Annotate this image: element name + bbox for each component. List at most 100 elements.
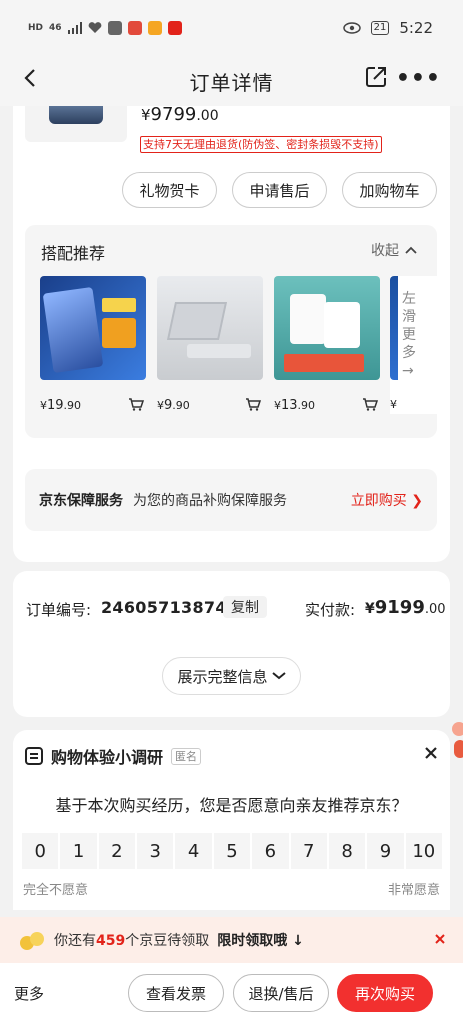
cart-icon[interactable]: [245, 397, 261, 411]
rating-option[interactable]: 3: [137, 833, 174, 869]
close-icon: [435, 934, 445, 944]
order-number-label: 订单编号:: [26, 601, 92, 619]
scale-high-label: 非常愿意: [387, 883, 440, 898]
price-int: 9799: [150, 106, 197, 125]
page-title: 订单详情: [189, 70, 274, 95]
add-cart-button[interactable]: 加购物车: [342, 172, 437, 208]
swipe-more[interactable]: 左滑更多→ ¥: [390, 276, 437, 414]
return-service-button[interactable]: 退换/售后: [233, 974, 329, 1012]
product-thumbnail[interactable]: [25, 106, 127, 142]
signal-icon: [67, 22, 82, 34]
rating-option[interactable]: 0: [22, 833, 59, 869]
status-left: HD 46: [28, 21, 182, 35]
bean-dot: [30, 932, 44, 946]
price-dec: .90: [297, 399, 316, 412]
decor-petal: [454, 740, 463, 758]
bean-icon: [20, 930, 46, 950]
signal-strength: 46: [49, 23, 62, 33]
health-icon: [88, 22, 101, 33]
survey-question: 基于本次购买经历，您是否愿意向亲友推荐京东？: [55, 796, 408, 815]
copy-button[interactable]: 复制: [223, 596, 267, 618]
image-decor: [290, 294, 326, 344]
price-currency: ¥: [274, 399, 281, 412]
cart-icon[interactable]: [362, 397, 378, 411]
survey-title: 购物体验小调研: [51, 748, 164, 767]
bean-reminder-bar[interactable]: 你还有459个京豆待领取 限时领取哦 ↓: [0, 917, 463, 963]
close-icon: [425, 747, 437, 759]
paid-amount: ¥9199.00: [365, 597, 446, 618]
protection-desc: 为您的商品补购保障服务: [133, 493, 287, 509]
rebuy-button[interactable]: 再次购买: [337, 974, 433, 1012]
recommend-item[interactable]: ¥9.90: [157, 276, 263, 413]
product-image: [157, 276, 263, 380]
battery-indicator: 21: [370, 21, 390, 35]
bottom-action-bar: 更多 查看发票 退换/售后 再次购买: [0, 963, 463, 1024]
product-price: ¥9799.00: [141, 106, 219, 125]
bean-limit: 限时领取哦 ↓: [217, 933, 304, 949]
buy-protection-link[interactable]: 立即购买 ❯: [351, 490, 423, 510]
floating-decoration[interactable]: [450, 712, 463, 772]
rating-option[interactable]: 10: [405, 833, 442, 869]
app-icon-2: [127, 21, 142, 35]
protection-service[interactable]: 京东保障服务 为您的商品补购保障服务 立即购买 ❯: [25, 469, 437, 531]
collapse-button[interactable]: 收起: [371, 240, 417, 260]
paid-int: 9199: [374, 597, 425, 618]
status-right: 21 5:22: [342, 19, 433, 37]
network-type: HD: [28, 23, 44, 33]
paid-dec: .00: [424, 602, 446, 617]
collapse-label: 收起: [371, 243, 399, 259]
rating-option[interactable]: 6: [252, 833, 289, 869]
gift-card-button[interactable]: 礼物贺卡: [122, 172, 217, 208]
share-icon: [366, 67, 386, 87]
chevron-up-icon: [405, 246, 417, 254]
rating-option[interactable]: 7: [290, 833, 327, 869]
app-icon-4: [167, 21, 182, 35]
price-int: 19: [47, 398, 64, 413]
after-sale-button[interactable]: 申请售后: [232, 172, 327, 208]
bean-count: 459: [96, 933, 126, 949]
partial-price: ¥: [390, 398, 397, 411]
price-dec: .90: [172, 399, 190, 412]
swipe-more-label: 左滑更多→: [402, 291, 416, 379]
rating-option[interactable]: 5: [213, 833, 251, 869]
order-info-card: 订单编号: 246057138748 复制 实付款: ¥9199.00 展示完整…: [13, 571, 450, 717]
rating-option[interactable]: 4: [175, 833, 212, 869]
more-menu-button[interactable]: •••: [396, 66, 441, 91]
scale-low-label: 完全不愿意: [23, 883, 89, 898]
bean-suffix: 个京豆待领取: [125, 933, 210, 949]
recommend-section: 搭配推荐 收起 ¥19.90 ¥9.90 ¥13.90 左滑更多→ ¥: [25, 225, 437, 438]
chevron-down-icon: [271, 672, 286, 680]
image-decor: [284, 354, 364, 372]
price-dec: .90: [63, 399, 82, 412]
image-decor: [42, 286, 104, 374]
app-icon-3: [147, 21, 162, 35]
rating-scale: 0 1 2 3 4 5 6 7 8 9 10: [22, 833, 442, 869]
rating-option[interactable]: 9: [367, 833, 404, 869]
share-button[interactable]: [363, 64, 393, 94]
image-decor: [102, 298, 136, 312]
survey-icon: [25, 747, 43, 765]
rating-option[interactable]: 2: [98, 833, 136, 869]
survey-header: 购物体验小调研 匿名: [25, 744, 202, 768]
eye-icon: [342, 22, 361, 34]
survey-close-button[interactable]: [424, 741, 438, 766]
more-link[interactable]: 更多: [14, 983, 44, 1004]
recommend-item[interactable]: ¥13.90: [274, 276, 380, 413]
return-policy-tag: 支持7天无理由退货(防伪签、密封条损毁不支持): [140, 136, 382, 153]
price-currency: ¥: [157, 399, 164, 412]
cart-icon[interactable]: [128, 397, 144, 411]
view-invoice-button[interactable]: 查看发票: [128, 974, 224, 1012]
product-image: [274, 276, 380, 380]
price-currency: ¥: [40, 399, 47, 412]
protection-title: 京东保障服务: [39, 493, 123, 509]
partial-product-image: [390, 276, 398, 380]
product-image: [40, 276, 146, 380]
expand-info-button[interactable]: 展示完整信息: [162, 657, 301, 695]
rating-option[interactable]: 1: [60, 833, 97, 869]
image-decor: [187, 344, 251, 358]
bean-close-button[interactable]: [435, 929, 445, 948]
back-button[interactable]: [18, 66, 42, 96]
rating-option[interactable]: 8: [328, 833, 366, 869]
recommend-item[interactable]: ¥19.90: [40, 276, 146, 413]
bean-text: 你还有459个京豆待领取: [54, 930, 209, 950]
